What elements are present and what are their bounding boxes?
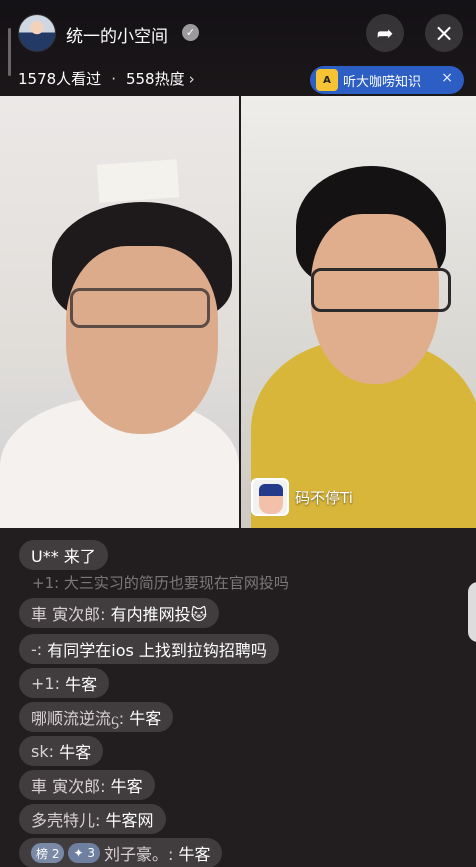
close-button[interactable]: × bbox=[425, 14, 463, 52]
chat-user: 多壳特儿: bbox=[31, 811, 101, 830]
chat-message[interactable]: 車 寅次郎: 有内推网投🐱 bbox=[19, 598, 220, 628]
chat-message[interactable]: +1: 牛客 bbox=[19, 668, 110, 698]
share-button[interactable]: ➦ bbox=[366, 14, 404, 52]
chat-text: 牛客 bbox=[110, 777, 143, 796]
guest-name: 码不停Ti bbox=[295, 488, 353, 507]
chat-user: 車 寅次郎: bbox=[31, 605, 106, 624]
chat-message[interactable]: 榜 2 ✦ 3 刘子豪。: 牛客 bbox=[19, 838, 223, 867]
close-icon: × bbox=[433, 19, 455, 47]
chat-user: 車 寅次郎: bbox=[31, 777, 106, 796]
host-video[interactable] bbox=[0, 96, 239, 528]
chat-user: sk: bbox=[31, 741, 54, 761]
viewer-count: 1578人看过 bbox=[18, 70, 102, 88]
heat-count: 558热度 bbox=[125, 70, 185, 88]
share-icon: ➦ bbox=[376, 21, 394, 45]
faded-message: +1: 大三实习的简历也要现在官网投吗 bbox=[32, 574, 289, 592]
entry-text: U** 来了 bbox=[31, 547, 96, 566]
chat-message[interactable]: 車 寅次郎: 牛客 bbox=[19, 770, 155, 800]
chevron-right-icon: › bbox=[188, 70, 195, 88]
level-badge: ✦ 3 bbox=[68, 843, 100, 863]
promo-icon: A bbox=[316, 69, 338, 91]
chat-message[interactable]: -: 有同学在ios 上找到拉钩招聘吗 bbox=[19, 634, 279, 664]
chat-user: 哪顺流逆流ᦓ: bbox=[31, 709, 125, 728]
guest-video[interactable]: 码不停Ti bbox=[241, 96, 476, 528]
top-bar: 统一的小空间 ✓ ➦ × 1578人看过 · 558热度 › A 听大咖唠知识 × bbox=[0, 0, 476, 96]
entry-notice: U** 来了 bbox=[19, 540, 108, 570]
promo-label: 听大咖唠知识 bbox=[343, 74, 422, 90]
host-avatar[interactable] bbox=[18, 14, 56, 52]
chat-text: 牛客 bbox=[65, 675, 98, 694]
chat-message[interactable]: sk: 牛客 bbox=[19, 736, 104, 766]
guest-tag[interactable]: 码不停Ti bbox=[251, 478, 353, 516]
side-panel-handle[interactable] bbox=[468, 582, 476, 642]
scroll-indicator bbox=[8, 28, 11, 76]
separator: · bbox=[111, 70, 116, 88]
chat-text: 有内推网投🐱 bbox=[110, 605, 208, 624]
guest-glasses bbox=[311, 268, 451, 312]
viewer-stats[interactable]: 1578人看过 · 558热度 › bbox=[18, 68, 195, 89]
verified-icon: ✓ bbox=[182, 24, 199, 41]
promo-banner[interactable]: A 听大咖唠知识 × bbox=[310, 66, 464, 94]
host-name[interactable]: 统一的小空间 bbox=[66, 22, 168, 47]
chat-text: 有同学在ios 上找到拉钩招聘吗 bbox=[47, 641, 267, 660]
wall-note bbox=[96, 159, 180, 203]
host-figure-face bbox=[66, 246, 218, 434]
chat-user: +1: bbox=[31, 673, 60, 693]
chat-text: 牛客 bbox=[59, 743, 92, 762]
guest-avatar bbox=[251, 478, 289, 516]
chat-text: 牛客 bbox=[129, 709, 162, 728]
chat-text: 牛客网 bbox=[105, 811, 154, 830]
promo-close-icon[interactable]: × bbox=[441, 70, 453, 86]
chat-user: -: bbox=[31, 639, 43, 659]
chat-user: 刘子豪。: bbox=[103, 845, 174, 864]
host-glasses bbox=[70, 288, 210, 328]
chat-message[interactable]: 多壳特儿: 牛客网 bbox=[19, 804, 166, 834]
rank-badge: 榜 2 bbox=[31, 843, 65, 863]
chat-message[interactable]: 哪顺流逆流ᦓ: 牛客 bbox=[19, 702, 174, 732]
chat-text: 牛客 bbox=[178, 845, 211, 864]
